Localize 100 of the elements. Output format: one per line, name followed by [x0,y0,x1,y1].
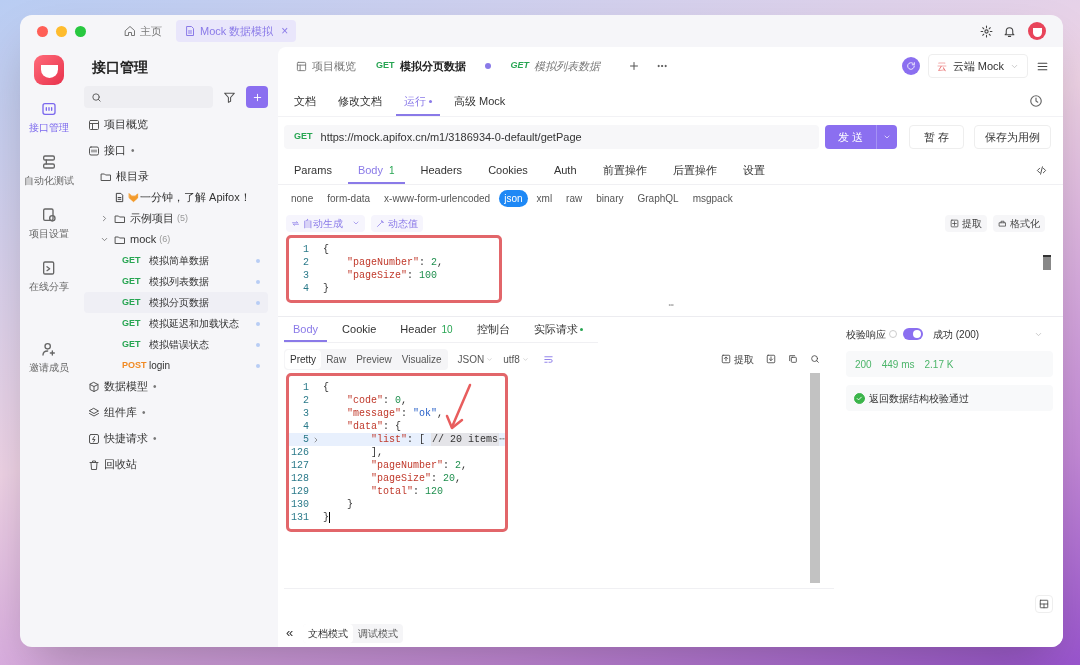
layout-button[interactable] [1035,595,1053,613]
folder-item[interactable]: 示例项目 (5) [84,208,268,229]
format-select[interactable]: utf8 [503,351,529,367]
mode-tab[interactable]: 文档模式 [303,623,354,643]
editor-tab[interactable]: 项目概览 [286,51,366,81]
tree-node[interactable]: 组件库 • [84,402,268,423]
doc-item[interactable]: 一分钟，了解 Apifox！ [84,187,268,208]
more-dot[interactable]: • [153,431,157,446]
url-field[interactable]: GET https://mock.apifox.cn/m1/3186934-0-default/getPage [284,125,819,149]
sync-button[interactable] [901,57,920,75]
code-line: "code": 0, [346,394,408,407]
response-tab[interactable]: Cookie [333,318,386,342]
bell-icon[interactable] [1003,24,1016,38]
more-dot[interactable]: • [131,143,135,158]
request-tab[interactable]: 设置 [732,158,775,184]
request-tab[interactable]: Auth [543,158,587,184]
request-tab[interactable]: 前置操作 [592,158,657,184]
request-tab[interactable]: Params [284,158,342,184]
request-tab[interactable]: Cookies [478,158,538,184]
scrollbar-thumb[interactable] [1043,255,1051,270]
view-mode-tab[interactable]: Visualize [396,349,447,369]
rail-item[interactable]: 邀请成员 [29,341,69,375]
collapse-button[interactable]: « [284,623,296,643]
home-icon [124,25,136,37]
view-mode-tab[interactable]: Raw [321,349,352,369]
response-tab[interactable]: 实际请求 [524,318,592,342]
layout-icon [296,60,307,72]
more-dot[interactable]: • [153,379,157,394]
rail-item[interactable]: 自动化测试 [24,154,74,188]
scrollbar-thumb[interactable] [810,373,820,583]
response-tab[interactable]: 控制台 [467,318,519,342]
endpoint-item[interactable]: GET 模拟延迟和加载状态 [84,313,268,334]
chevron-icon[interactable] [100,235,109,244]
request-tab[interactable]: 后置操作 [662,158,727,184]
tree-node[interactable]: 回收站 [84,454,268,475]
body-type-option[interactable]: form-data [322,189,376,207]
tool-button[interactable]: 提取 [945,214,987,232]
history-icon[interactable] [1029,94,1043,108]
search-field[interactable] [84,86,213,108]
plus-icon[interactable] [628,60,641,72]
body-type-option[interactable]: msgpack [687,189,738,207]
endpoint-item[interactable]: GET 模拟分页数据 [84,292,268,313]
more-dot[interactable]: • [142,405,146,420]
tree-node[interactable]: 接口 • [84,140,268,161]
mode-tab[interactable]: 调试模式 [353,623,404,643]
toggle-switch[interactable] [903,328,923,340]
view-mode-tab[interactable]: Preview [351,349,397,369]
body-type-option[interactable]: json [499,189,528,207]
tree-node[interactable]: 快捷请求 • [84,428,268,449]
extract-button[interactable]: 提取 [721,351,754,367]
tree-node[interactable]: 项目概览 [84,114,268,135]
folder-item[interactable]: 根目录 [84,166,268,187]
add-button[interactable] [246,86,268,108]
rail-item[interactable]: 在线分享 [29,260,69,294]
line-number: 130 [290,498,309,511]
body-type-option[interactable]: binary [591,189,629,207]
search-icon[interactable] [810,354,820,364]
body-type-option[interactable]: raw [561,189,588,207]
sub-tab[interactable]: 运行 [396,88,440,116]
endpoint-item[interactable]: GET 模拟简单数据 [84,250,268,271]
folder-item[interactable]: mock (6) [84,229,268,250]
body-type-option[interactable]: xml [531,189,558,207]
request-tab[interactable]: Body 1 [347,158,405,184]
result-select[interactable]: 成功 (200) [933,326,980,342]
window-control[interactable] [37,25,48,37]
rail-item[interactable]: 项目设置 [29,207,69,241]
environment-select[interactable]: 云 云端 Mock [927,54,1028,78]
filter-icon[interactable] [223,90,236,104]
code-line: "data": { [346,420,402,433]
request-tab[interactable]: Headers [410,158,473,184]
body-type-option[interactable]: none [286,189,319,207]
tab-count: 10 [441,322,453,337]
sidebar-title: 接口管理 [91,58,149,77]
avatar[interactable] [1028,22,1046,40]
code-icon[interactable] [1036,165,1047,176]
endpoint-item[interactable]: GET 模拟列表数据 [84,271,268,292]
sub-tab[interactable]: 高级 Mock [446,88,514,116]
tool-button[interactable]: 格式化 [993,214,1045,232]
code-line: "pageSize": 20, [370,472,462,485]
rail-item[interactable]: 接口管理 [29,101,69,135]
response-tab[interactable]: Body [284,318,328,342]
editor-tab[interactable]: GET 模拟列表数据 [500,51,611,81]
wrap-icon[interactable] [542,353,554,365]
window-control[interactable] [75,25,86,37]
view-mode-tab[interactable]: Pretty [285,349,322,369]
body-type-option[interactable]: x-www-form-urlencoded [379,189,496,207]
response-tab[interactable]: Header 10 [391,318,462,342]
chevron-icon[interactable] [100,214,109,223]
format-select[interactable]: JSON [457,351,494,367]
app-tab[interactable]: 主页 [116,20,170,42]
tree-node[interactable]: 数据模型 • [84,376,268,397]
endpoint-item[interactable]: POST login [84,355,268,376]
copy-icon[interactable] [788,354,798,364]
download-icon[interactable] [766,354,776,364]
sub-tab[interactable]: 修改文档 [330,88,390,116]
body-type-option[interactable]: GraphQL [632,189,684,207]
save-button[interactable]: 暂 存 [908,125,964,149]
sub-tab[interactable]: 文档 [286,88,324,116]
save-as-case-button[interactable]: 保存为用例 [974,125,1051,149]
endpoint-item[interactable]: GET 模拟错误状态 [84,334,268,355]
